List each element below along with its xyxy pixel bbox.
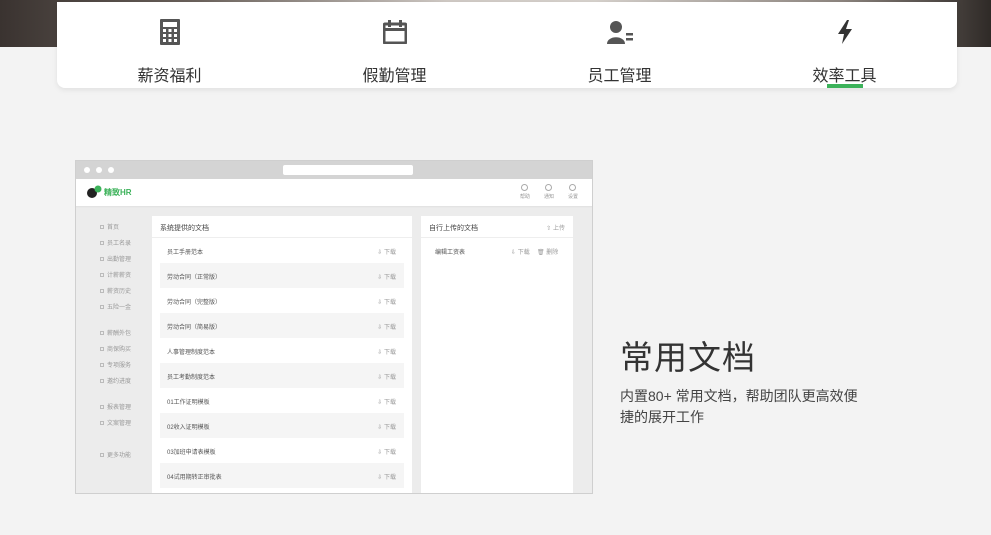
mock-sidebar-item: 商保购买 — [100, 344, 131, 353]
doc-row: 02收入证明模板 ⇩ 下载 — [160, 413, 404, 438]
window-dot — [108, 167, 114, 173]
tab-label: 效率工具 — [812, 68, 877, 85]
mock-settings-label: 设置 — [567, 194, 578, 200]
window-dot — [96, 167, 102, 173]
mock-app-header: 精致HR 帮助 通知 设置 — [76, 179, 592, 207]
mock-sidebar-item: 计薪薪资 — [100, 270, 131, 279]
tab-employee[interactable]: 员工管理 — [507, 2, 732, 88]
own-docs-title: 自行上传的文档 — [429, 225, 478, 232]
feature-tabbar: 薪资福利 假勤管理 员工管理 效率工具 — [57, 2, 957, 88]
mock-help: 帮助 — [520, 184, 530, 200]
feature-description: 内置80+ 常用文档，帮助团队更高效便捷的展开工作 — [620, 388, 858, 425]
mock-sidebar-item: 报表管理 — [100, 402, 131, 411]
mock-own-docs-panel: 自行上传的文档 ⇧ 上传 编辑工资表 ⇩ 下载 🗑 删除 — [421, 216, 573, 493]
mock-notify: 通知 — [544, 184, 554, 200]
doc-row: 员工手册范本 ⇩ 下载 — [167, 250, 396, 256]
doc-row: 01工作证明模板 ⇩ 下载 — [167, 400, 396, 406]
panel-title: 系统提供的文档 — [152, 216, 412, 238]
mock-body: 首页 员工名录 出勤管理 计薪薪资 薪资历史 五险一金 薪酬外包 商保购买 专项… — [76, 208, 592, 493]
mock-logo-text: 精致HR — [104, 187, 132, 197]
mock-header-actions: 帮助 通知 设置 — [520, 184, 578, 200]
mock-help-label: 帮助 — [519, 194, 530, 200]
mock-sidebar-item: 文案管理 — [100, 418, 131, 427]
mock-notify-label: 通知 — [543, 194, 554, 200]
mock-sidebar-item: 首页 — [100, 222, 119, 231]
feature-title: 常用文档 — [620, 339, 756, 376]
tab-label: 薪资福利 — [137, 68, 202, 85]
mock-sidebar-item: 薪酬外包 — [100, 328, 131, 337]
doc-row: 劳动合同（完整版） ⇩ 下载 — [167, 300, 396, 306]
doc-row: 劳动合同（正常版） ⇩ 下载 — [160, 263, 404, 288]
mock-sidebar-item: 更多功能 — [100, 450, 131, 459]
mock-download-action: ⇩ 下载 — [511, 250, 530, 256]
panel-title: 自行上传的文档 ⇧ 上传 — [421, 216, 573, 238]
mock-delete-action: 🗑 删除 — [537, 250, 559, 256]
employee-icon — [606, 16, 633, 48]
own-doc-name: 编辑工资表 — [435, 250, 466, 256]
mock-sidebar-item: 员工名录 — [100, 238, 131, 247]
mock-sidebar-item: 五险一金 — [100, 302, 131, 311]
calendar-icon — [382, 16, 408, 48]
mock-sidebar-item: 邀约进度 — [100, 376, 131, 385]
mock-sidebar-item: 专项服务 — [100, 360, 131, 369]
tab-label: 员工管理 — [587, 68, 652, 85]
tab-attendance[interactable]: 假勤管理 — [282, 2, 507, 88]
bell-icon — [545, 184, 553, 191]
doc-row: 04试用期转正审批表 ⇩ 下载 — [160, 463, 404, 488]
tab-salary-benefits[interactable]: 薪资福利 — [57, 2, 282, 88]
active-tab-indicator — [826, 84, 863, 88]
mock-system-docs-panel: 系统提供的文档 员工手册范本 ⇩ 下载 劳动合同（正常版） ⇩ 下载 劳动合同（完整… — [152, 216, 412, 493]
help-icon — [521, 184, 529, 191]
logo-mark-icon — [86, 185, 102, 199]
window-dot — [84, 167, 90, 173]
lightning-icon — [832, 16, 858, 48]
mock-sidebar-item: 出勤管理 — [100, 254, 131, 263]
mock-url-bar — [283, 165, 413, 175]
mock-window-titlebar — [76, 161, 592, 179]
own-doc-row: 编辑工资表 ⇩ 下载 🗑 删除 — [435, 247, 565, 256]
doc-row: 人事管理制度范本 ⇩ 下载 — [167, 350, 396, 356]
mock-sidebar: 首页 员工名录 出勤管理 计薪薪资 薪资历史 五险一金 薪酬外包 商保购买 专项… — [76, 208, 152, 493]
product-screenshot-mockup: 精致HR 帮助 通知 设置 首页 员工名录 出勤管理 计薪薪资 薪资历史 五险一… — [75, 160, 593, 494]
doc-row: 员工考勤制度范本 ⇩ 下载 — [160, 363, 404, 388]
gear-icon — [569, 184, 577, 191]
tab-efficiency-tools[interactable]: 效率工具 — [732, 2, 957, 88]
doc-row: 03加班申请表模板 ⇩ 下载 — [167, 450, 396, 456]
mock-logo: 精致HR — [86, 185, 132, 199]
calculator-icon — [157, 16, 183, 48]
mock-upload-action: ⇧ 上传 — [546, 226, 565, 232]
mock-settings: 设置 — [568, 184, 578, 200]
tab-label: 假勤管理 — [362, 68, 427, 85]
mock-sidebar-item: 薪资历史 — [100, 286, 131, 295]
doc-row: 劳动合同（简易版） ⇩ 下载 — [160, 313, 404, 338]
